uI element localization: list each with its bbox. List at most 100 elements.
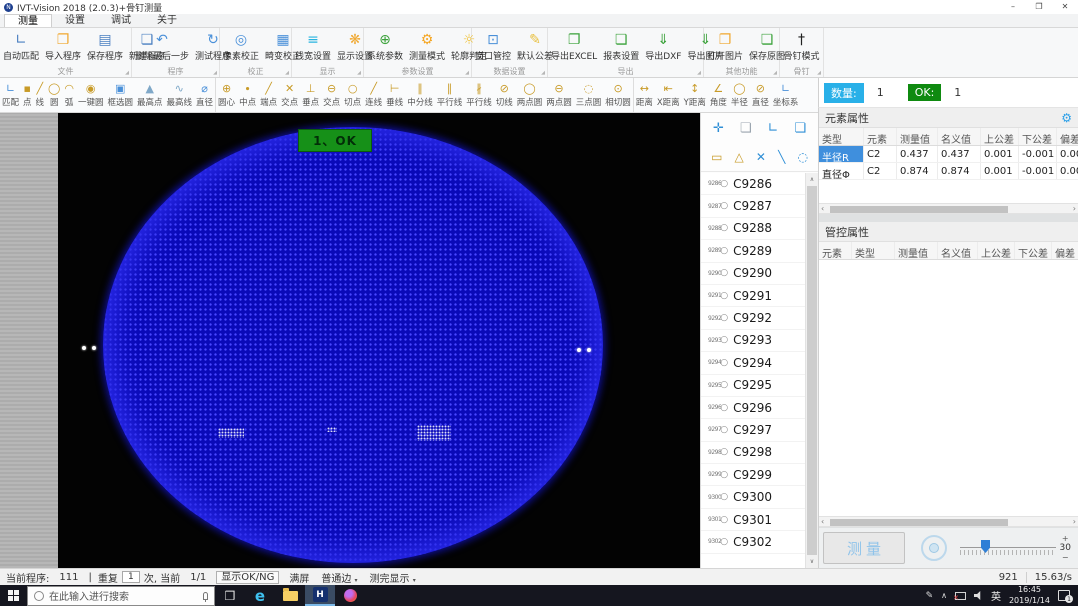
tool-connect-line[interactable]: ╱连线 [363,78,384,112]
scroll-down-icon[interactable]: ∨ [806,555,818,568]
tool-two-point-circle[interactable]: ◯两点圆 [515,78,545,112]
tool-intersection[interactable]: ✕交点 [279,78,300,112]
tool-distance[interactable]: ↔距离 [633,78,655,112]
tool-match[interactable]: ∟匹配 [0,78,21,112]
angle-tool-icon[interactable]: △ [735,150,744,164]
ribbon-button-export-dxf[interactable]: ⇓导出DXF [642,28,684,65]
tool-circle-center[interactable]: ⊕圆心 [215,78,237,112]
column-header[interactable]: 元素 [819,242,852,259]
tool-parallel-line-2[interactable]: ∦平行线 [464,78,494,112]
threshold-slider[interactable] [960,537,1056,559]
tool-highest-point[interactable]: ▲最高点 [135,78,165,112]
scroll-right-icon[interactable]: › [1073,517,1076,527]
ribbon-button-line-width-settings[interactable]: ≡线宽设置 [292,28,334,65]
tool-midpoint[interactable]: ∙中点 [237,78,258,112]
ribbon-button-report-settings[interactable]: ❏报表设置 [600,28,642,65]
column-header[interactable]: 偏差 [1052,242,1078,259]
tool-highest-line[interactable]: ∿最高线 [165,78,195,112]
tool-three-point-circle[interactable]: ◌三点圆 [574,78,604,112]
tab-about[interactable]: 关于 [144,14,190,27]
tool-tangent-line[interactable]: ⊘切线 [494,78,515,112]
tool-two-point-circle-2[interactable]: ⊖两点圆 [544,78,574,112]
list-item[interactable]: 9301○C9301 [701,509,805,531]
table-row[interactable]: 直径ΦC20.8740.8740.001-0.0010.000 [819,163,1078,180]
network-icon[interactable]: ✕ [955,592,966,600]
tool-endpoint[interactable]: ╱端点 [258,78,279,112]
group-launcher-icon[interactable]: ◢ [697,70,701,76]
group-launcher-icon[interactable]: ◢ [213,70,217,76]
measure-button[interactable]: 测量 [823,532,905,564]
group-launcher-icon[interactable]: ◢ [285,70,289,76]
line-tool-icon[interactable]: ╲ [778,150,785,164]
tool-arc[interactable]: ◠弧 [62,78,76,112]
element-props-hscrollbar[interactable]: ‹ › [819,203,1078,214]
coordinate-icon[interactable]: ∟ [767,121,778,136]
column-header[interactable]: 测量值 [895,242,938,259]
tool-line-circle-intersection[interactable]: ⊖交点 [321,78,342,112]
repeat-count-input[interactable]: 1 [122,571,140,583]
ruler-icon[interactable]: ▭ [711,150,722,164]
ribbon-button-import-program[interactable]: ❐导入程序 [42,28,84,65]
ribbon-button-bone-screw-mode[interactable]: †骨钉模式 [780,28,823,65]
column-header[interactable]: 名义值 [938,128,981,145]
list-item[interactable]: 9296○C9296 [701,397,805,419]
list-item[interactable]: 9293○C9293 [701,330,805,352]
tool-radius[interactable]: ◯半径 [729,78,750,112]
group-launcher-icon[interactable]: ◢ [357,70,361,76]
tool-parallel-line[interactable]: ∥平行线 [435,78,465,112]
tool-circle[interactable]: ◯圆 [46,78,62,112]
scroll-up-icon[interactable]: ∧ [806,173,818,186]
tool-point[interactable]: ▪点 [21,78,34,112]
column-header[interactable]: 测量值 [897,128,938,145]
taskbar-clock[interactable]: 16:45 2019/1/14 [1009,585,1050,606]
task-view-button[interactable]: ❒ [215,585,245,606]
tool-angle[interactable]: ∠角度 [708,78,729,112]
column-header[interactable]: 下公差 [1015,242,1052,259]
maximize-button[interactable]: ❐ [1026,0,1052,14]
hscrollbar-thumb[interactable] [830,206,1008,213]
list-item[interactable]: 9289○C9289 [701,240,805,262]
ribbon-button-open-image[interactable]: ❐打开图片 [704,28,746,65]
speaker-icon[interactable] [974,591,983,600]
ivt-vision-app-button[interactable]: H [305,585,335,606]
list-item[interactable]: 9297○C9297 [701,419,805,441]
tool-one-key-circle[interactable]: ◉一键圆 [76,78,106,112]
fullscreen-button[interactable]: 满屏 [289,570,309,585]
control-props-hscrollbar[interactable]: ‹ › [819,516,1078,527]
microphone-icon[interactable] [203,592,208,600]
pen-workspace-icon[interactable]: ✎ [926,591,934,601]
show-okng-toggle[interactable]: 显示OK/NG [216,571,279,584]
list-item[interactable]: 9294○C9294 [701,352,805,374]
group-launcher-icon[interactable]: ◢ [773,70,777,76]
tool-diameter[interactable]: ⌀直径 [194,78,215,112]
column-header[interactable]: 名义值 [938,242,978,259]
list-item[interactable]: 9298○C9298 [701,442,805,464]
ribbon-button-save-program[interactable]: ▤保存程序 [84,28,126,65]
ribbon-button-export-excel[interactable]: ❐导出EXCEL [548,28,600,65]
tool-diameter-2[interactable]: ⊘直径 [750,78,771,112]
pan-move-icon[interactable]: ✛ [713,121,724,136]
edge-browser-button[interactable]: e [245,585,275,606]
spinner-minus-button[interactable]: − [1060,553,1071,562]
taskbar-search-input[interactable]: 在此输入进行搜索 [27,586,215,606]
tool-tangent-circle[interactable]: ⊙相切圆 [603,78,633,112]
delete-icon[interactable]: ✕ [756,150,766,164]
tool-box-select-circle[interactable]: ▣框选圆 [105,78,135,112]
tool-tangent-point[interactable]: ○切点 [342,78,363,112]
camera-viewport[interactable]: 1、OK [0,113,700,568]
close-button[interactable]: ✕ [1052,0,1078,14]
column-header[interactable]: 偏差 [1057,128,1078,145]
tool-y-distance[interactable]: ↕Y距离 [682,78,708,112]
ribbon-button-delete-last-step[interactable]: ↶删除最后一步 [132,28,192,65]
minimize-button[interactable]: – [1000,0,1026,14]
tab-debug[interactable]: 调试 [98,14,144,27]
list-scrollbar[interactable]: ∧ ∨ [805,173,818,568]
copy-layers-icon[interactable]: ❏ [794,121,806,136]
list-item[interactable]: 9295○C9295 [701,375,805,397]
start-button[interactable] [0,585,27,606]
tool-bisector-line[interactable]: ∥中分线 [405,78,435,112]
edge-mode-dropdown[interactable]: 普通边 ▾ [321,570,357,585]
action-center-icon[interactable]: 1 [1058,590,1070,601]
list-item[interactable]: 9300○C9300 [701,486,805,508]
ribbon-button-pixel-calibration[interactable]: ◎像素校正 [220,28,262,65]
